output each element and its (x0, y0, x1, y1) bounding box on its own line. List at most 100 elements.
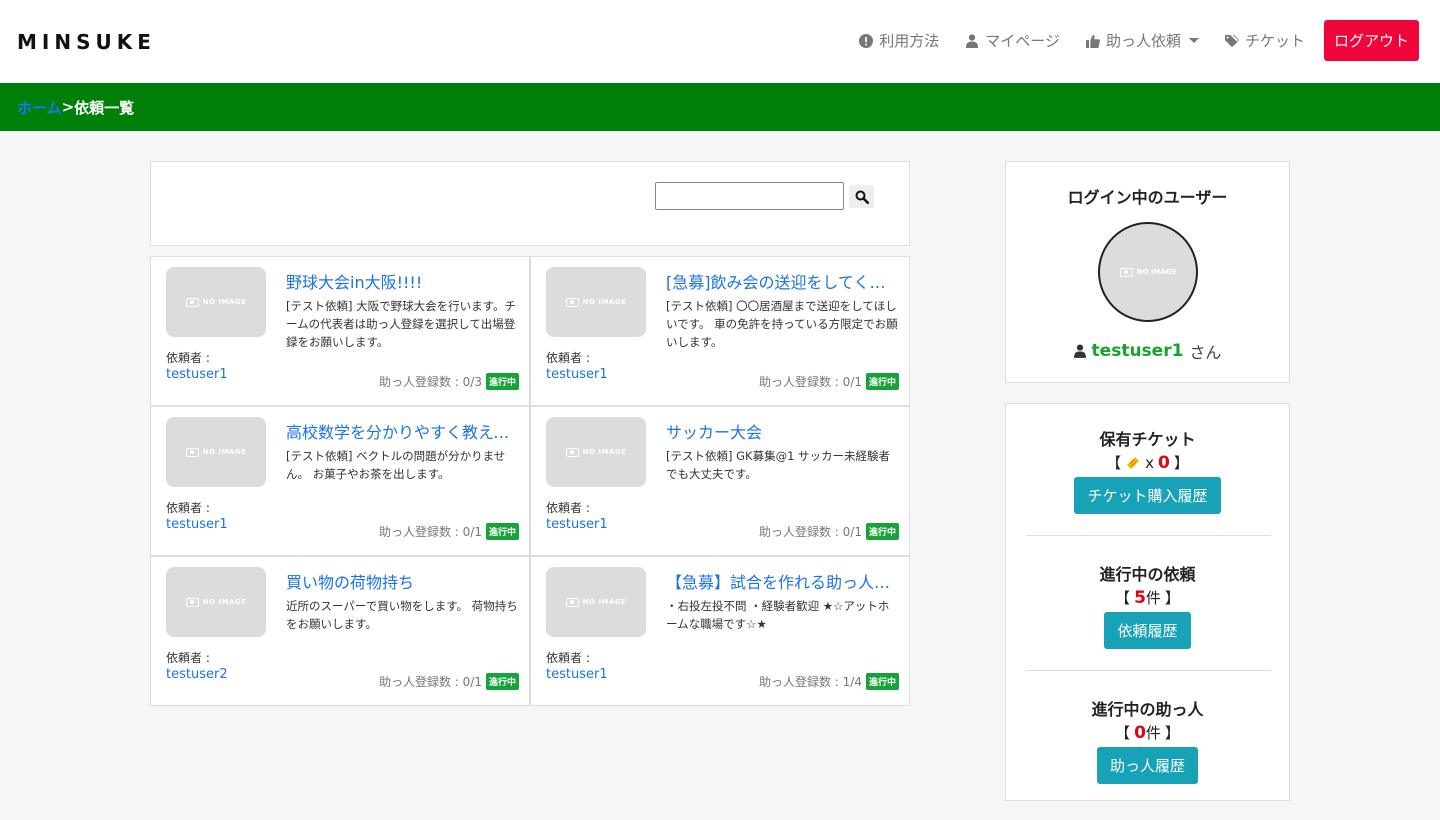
request-title[interactable]: 【急募】試合を作れる助っ人募集 (666, 569, 891, 593)
status-badge: 進行中 (865, 373, 899, 390)
request-card[interactable]: NO IMAGE 買い物の荷物持ち 近所のスーパーで買い物をします。 荷物持ちを… (150, 556, 530, 706)
status-badge: 進行中 (485, 523, 519, 540)
request-card[interactable]: NO IMAGE 高校数学を分かりやすく教えてください [テスト依頼] ベクトル… (150, 406, 530, 556)
no-image-thumbnail: NO IMAGE (166, 417, 266, 487)
helpers-unit: 件 (1145, 724, 1161, 742)
request-card[interactable]: NO IMAGE 【急募】試合を作れる助っ人募集 ・右投左投不問 ・経験者歓迎 … (530, 556, 910, 706)
search-icon (855, 190, 869, 204)
divider (1026, 535, 1271, 536)
request-description: [テスト依頼] 〇〇居酒屋まで送迎をしてほしいです。 車の免許を持っている方限定… (666, 299, 898, 349)
top-navbar: MINSUKE 利用方法 マイページ 助っ人依頼 チケット ログアウト (0, 0, 1440, 83)
requester-label: 依頼者 : (546, 501, 590, 515)
request-description: ・右投左投不問 ・経験者歓迎 ★☆アットホームな職場です☆★ (666, 599, 890, 631)
exclamation-circle-icon (859, 33, 874, 48)
request-title[interactable]: 野球大会in大阪!!!! (286, 269, 511, 293)
request-list: NO IMAGE 野球大会in大阪!!!! [テスト依頼] 大阪で野球大会を行い… (150, 256, 910, 706)
requester-link[interactable]: testuser1 (166, 367, 228, 382)
bracket-open: 【 (1115, 724, 1131, 742)
helper-count: 助っ人登録数 : 0/1 進行中 (759, 373, 899, 390)
request-title[interactable]: [急募]飲み会の送迎をしてください (666, 269, 891, 293)
request-description: [テスト依頼] GK募集@1 サッカー未経験者でも大丈夫です。 (666, 449, 891, 481)
divider (1026, 670, 1271, 671)
logout-button[interactable]: ログアウト (1323, 20, 1419, 61)
honorific: さん (1189, 343, 1222, 362)
request-title[interactable]: 高校数学を分かりやすく教えてください (286, 419, 511, 443)
requester-link[interactable]: testuser1 (546, 517, 608, 532)
camera-icon (185, 297, 199, 307)
ticket-value-line: 【 x 0 】 (1006, 452, 1289, 473)
helpers-count: 0 (1134, 723, 1146, 743)
helper-count-text: 助っ人登録数 : 0/1 (758, 525, 862, 539)
thumbnail-text: NO IMAGE (582, 298, 627, 306)
helper-history-button[interactable]: 助っ人履歴 (1096, 747, 1198, 784)
ticket-history-button[interactable]: チケット購入履歴 (1074, 477, 1221, 514)
requester-label: 依頼者 : (166, 351, 210, 365)
requester-label: 依頼者 : (166, 501, 210, 515)
thumbnail-text: NO IMAGE (202, 448, 247, 456)
search-button[interactable] (849, 185, 874, 208)
avatar-text: NO IMAGE (1136, 268, 1177, 276)
no-image-thumbnail: NO IMAGE (166, 567, 266, 637)
thumbnail-text: NO IMAGE (582, 448, 627, 456)
request-description: [テスト依頼] 大阪で野球大会を行います。チームの代表者は助っ人登録を選択して出… (286, 299, 516, 349)
no-image-thumbnail: NO IMAGE (546, 417, 646, 487)
helper-count-text: 助っ人登録数 : 0/1 (378, 675, 482, 689)
status-badge: 進行中 (865, 673, 899, 690)
no-image-thumbnail: NO IMAGE (166, 267, 266, 337)
request-description: [テスト依頼] ベクトルの問題が分かりません。 お菓子やお茶を出します。 (286, 449, 506, 481)
status-badge: 進行中 (485, 673, 519, 690)
requests-label: 進行中の依頼 (1099, 565, 1196, 584)
request-title[interactable]: 買い物の荷物持ち (286, 569, 511, 593)
login-user-title: ログイン中のユーザー (1067, 188, 1228, 207)
helper-count: 助っ人登録数 : 0/1 進行中 (379, 673, 519, 690)
ticket-label: 保有チケット (1099, 430, 1196, 449)
request-card[interactable]: NO IMAGE 野球大会in大阪!!!! [テスト依頼] 大阪で野球大会を行い… (150, 256, 530, 406)
helper-count-text: 助っ人登録数 : 1/4 (758, 675, 862, 689)
helpers-label: 進行中の助っ人 (1091, 700, 1204, 719)
site-logo[interactable]: MINSUKE (17, 30, 156, 54)
stats-panel: 保有チケット 【 x 0 】 チケット購入履歴 進行中の依頼 【 5件 】 依頼… (1005, 403, 1290, 801)
main-nav: 利用方法 マイページ 助っ人依頼 チケット ログアウト (833, 20, 1419, 61)
requester-link[interactable]: testuser2 (166, 667, 228, 682)
camera-icon (185, 597, 199, 607)
username[interactable]: testuser1 (1092, 341, 1184, 361)
requests-value-line: 【 5件 】 (1006, 587, 1289, 608)
user-icon (966, 33, 979, 48)
helper-count-text: 助っ人登録数 : 0/1 (758, 375, 862, 389)
helper-count-text: 助っ人登録数 : 0/1 (378, 525, 482, 539)
search-input[interactable] (655, 182, 844, 210)
user-icon (1073, 344, 1086, 358)
helper-count: 助っ人登録数 : 0/1 進行中 (759, 523, 899, 540)
camera-icon (185, 447, 199, 457)
helpers-stat: 進行中の助っ人 【 0件 】 助っ人履歴 (1006, 696, 1289, 784)
tags-icon (1224, 34, 1239, 47)
requester-link[interactable]: testuser1 (546, 667, 608, 682)
status-badge: 進行中 (485, 373, 519, 390)
breadcrumb-current: 依頼一覧 (74, 98, 135, 117)
helpers-value-line: 【 0件 】 (1006, 722, 1289, 743)
thumbnail-text: NO IMAGE (582, 598, 627, 606)
request-card[interactable]: NO IMAGE サッカー大会 [テスト依頼] GK募集@1 サッカー未経験者で… (530, 406, 910, 556)
request-title[interactable]: サッカー大会 (666, 419, 891, 443)
avatar: NO IMAGE (1098, 222, 1198, 322)
ticket-stat: 保有チケット 【 x 0 】 チケット購入履歴 (1006, 426, 1289, 514)
user-line: testuser1 さん (1006, 339, 1289, 363)
request-card[interactable]: NO IMAGE [急募]飲み会の送迎をしてください [テスト依頼] 〇〇居酒屋… (530, 256, 910, 406)
nav-ticket-label: チケット (1244, 32, 1305, 50)
thumbnail-text: NO IMAGE (202, 298, 247, 306)
requester-link[interactable]: testuser1 (166, 517, 228, 532)
requester-label: 依頼者 : (166, 651, 210, 665)
nav-usage[interactable]: 利用方法 (859, 30, 939, 51)
nav-ticket[interactable]: チケット (1224, 30, 1305, 51)
no-image-thumbnail: NO IMAGE (546, 267, 646, 337)
breadcrumb: ホーム > 依頼一覧 (0, 83, 1440, 131)
nav-requests-dropdown[interactable]: 助っ人依頼 (1085, 30, 1199, 51)
requester-link[interactable]: testuser1 (546, 367, 608, 382)
request-history-button[interactable]: 依頼履歴 (1104, 612, 1191, 649)
nav-mypage[interactable]: マイページ (965, 30, 1060, 51)
breadcrumb-home-link[interactable]: ホーム (17, 97, 62, 118)
bracket-open: 【 (1115, 589, 1131, 607)
camera-icon (565, 447, 579, 457)
login-user-panel: ログイン中のユーザー NO IMAGE testuser1 さん (1005, 161, 1290, 383)
nav-mypage-label: マイページ (985, 32, 1060, 50)
